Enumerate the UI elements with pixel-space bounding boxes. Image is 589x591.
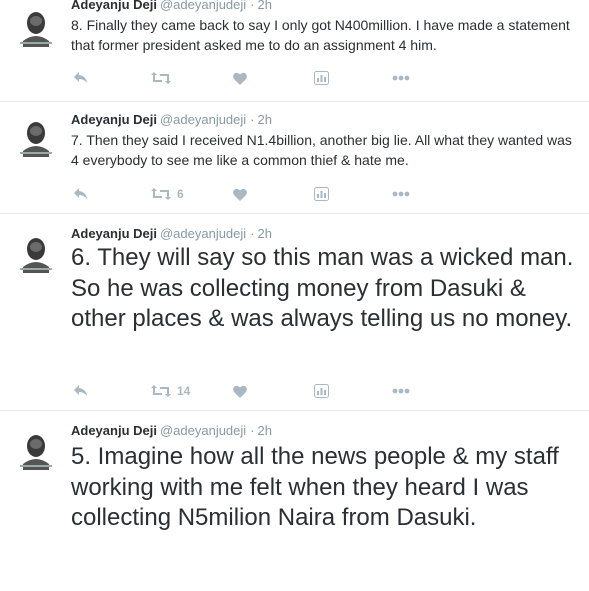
analytics-icon bbox=[314, 71, 329, 85]
avatar-photo bbox=[16, 233, 56, 273]
reply-button[interactable] bbox=[73, 69, 89, 87]
timestamp[interactable]: 2h bbox=[258, 112, 272, 127]
more-dots-icon bbox=[392, 388, 410, 394]
analytics-button[interactable] bbox=[314, 69, 329, 87]
reply-arrow-icon bbox=[74, 385, 87, 396]
retweet-count: 6 bbox=[177, 187, 184, 201]
tweet-card[interactable]: Adeyanju Deji @adeyanjudeji · 2h 8. Finally… bbox=[0, 0, 589, 102]
tweet-actions bbox=[71, 69, 431, 87]
separator-dot: · bbox=[250, 423, 255, 438]
reply-arrow-icon bbox=[74, 72, 87, 83]
retweet-count: 14 bbox=[177, 384, 191, 398]
avatar-photo bbox=[16, 117, 56, 157]
avatar[interactable] bbox=[16, 7, 56, 47]
tweet-text: 6. They will say so this man was a wicke… bbox=[71, 244, 574, 332]
tweet-text: 5. Imagine how all the news people & my … bbox=[71, 443, 559, 531]
author-handle[interactable]: @adeyanjudeji bbox=[160, 226, 246, 241]
more-button[interactable] bbox=[392, 185, 410, 203]
avatar-photo bbox=[16, 430, 56, 470]
analytics-button[interactable] bbox=[314, 382, 329, 400]
retweet-icon bbox=[151, 72, 171, 84]
heart-icon bbox=[233, 72, 247, 85]
reply-button[interactable] bbox=[73, 185, 89, 203]
avatar[interactable] bbox=[16, 233, 56, 273]
timestamp[interactable]: 2h bbox=[258, 0, 272, 12]
analytics-icon bbox=[314, 384, 329, 398]
more-button[interactable] bbox=[392, 69, 410, 87]
tweet-actions: 6 bbox=[71, 185, 431, 203]
tweet-text: 7. Then they said I received N1.4billion… bbox=[71, 132, 572, 168]
tweet-card[interactable]: Adeyanju Deji @adeyanjudeji · 2h 5. Imagine… bbox=[0, 411, 589, 591]
like-button[interactable] bbox=[233, 382, 247, 400]
heart-icon bbox=[233, 385, 247, 398]
retweet-icon bbox=[151, 188, 171, 200]
tweet-header: Adeyanju Deji @adeyanjudeji · 2h bbox=[71, 225, 272, 243]
avatar-photo bbox=[16, 7, 56, 47]
tweet-header: Adeyanju Deji @adeyanjudeji · 2h bbox=[71, 0, 272, 14]
like-button[interactable] bbox=[233, 69, 247, 87]
retweet-button[interactable] bbox=[151, 69, 177, 87]
separator-dot: · bbox=[250, 0, 255, 12]
author-handle[interactable]: @adeyanjudeji bbox=[160, 0, 246, 12]
separator-dot: · bbox=[250, 226, 255, 241]
like-button[interactable] bbox=[233, 185, 247, 203]
tweet-header: Adeyanju Deji @adeyanjudeji · 2h bbox=[71, 111, 272, 129]
tweet-text: 8. Finally they came back to say I only … bbox=[71, 17, 570, 53]
analytics-button[interactable] bbox=[314, 185, 329, 203]
tweet-card[interactable]: Adeyanju Deji @adeyanjudeji · 2h 6. They wi… bbox=[0, 214, 589, 411]
avatar[interactable] bbox=[16, 117, 56, 157]
timestamp[interactable]: 2h bbox=[258, 423, 272, 438]
reply-button[interactable] bbox=[73, 382, 89, 400]
more-button[interactable] bbox=[392, 382, 410, 400]
tweet-header: Adeyanju Deji @adeyanjudeji · 2h bbox=[71, 422, 272, 440]
timestamp[interactable]: 2h bbox=[258, 226, 272, 241]
avatar[interactable] bbox=[16, 430, 56, 470]
reply-arrow-icon bbox=[74, 188, 87, 199]
author-handle[interactable]: @adeyanjudeji bbox=[160, 112, 246, 127]
author-handle[interactable]: @adeyanjudeji bbox=[160, 423, 246, 438]
author-name[interactable]: Adeyanju Deji bbox=[71, 0, 157, 12]
author-name[interactable]: Adeyanju Deji bbox=[71, 226, 157, 241]
retweet-button[interactable]: 6 bbox=[151, 185, 184, 203]
retweet-button[interactable]: 14 bbox=[151, 382, 190, 400]
tweet-card[interactable]: Adeyanju Deji @adeyanjudeji · 2h 7. Then th… bbox=[0, 102, 589, 214]
heart-icon bbox=[233, 188, 247, 201]
author-name[interactable]: Adeyanju Deji bbox=[71, 423, 157, 438]
more-dots-icon bbox=[392, 75, 410, 81]
separator-dot: · bbox=[250, 112, 255, 127]
more-dots-icon bbox=[392, 191, 410, 197]
author-name[interactable]: Adeyanju Deji bbox=[71, 112, 157, 127]
tweet-actions: 14 bbox=[71, 382, 431, 400]
analytics-icon bbox=[314, 187, 329, 201]
retweet-icon bbox=[151, 385, 171, 397]
